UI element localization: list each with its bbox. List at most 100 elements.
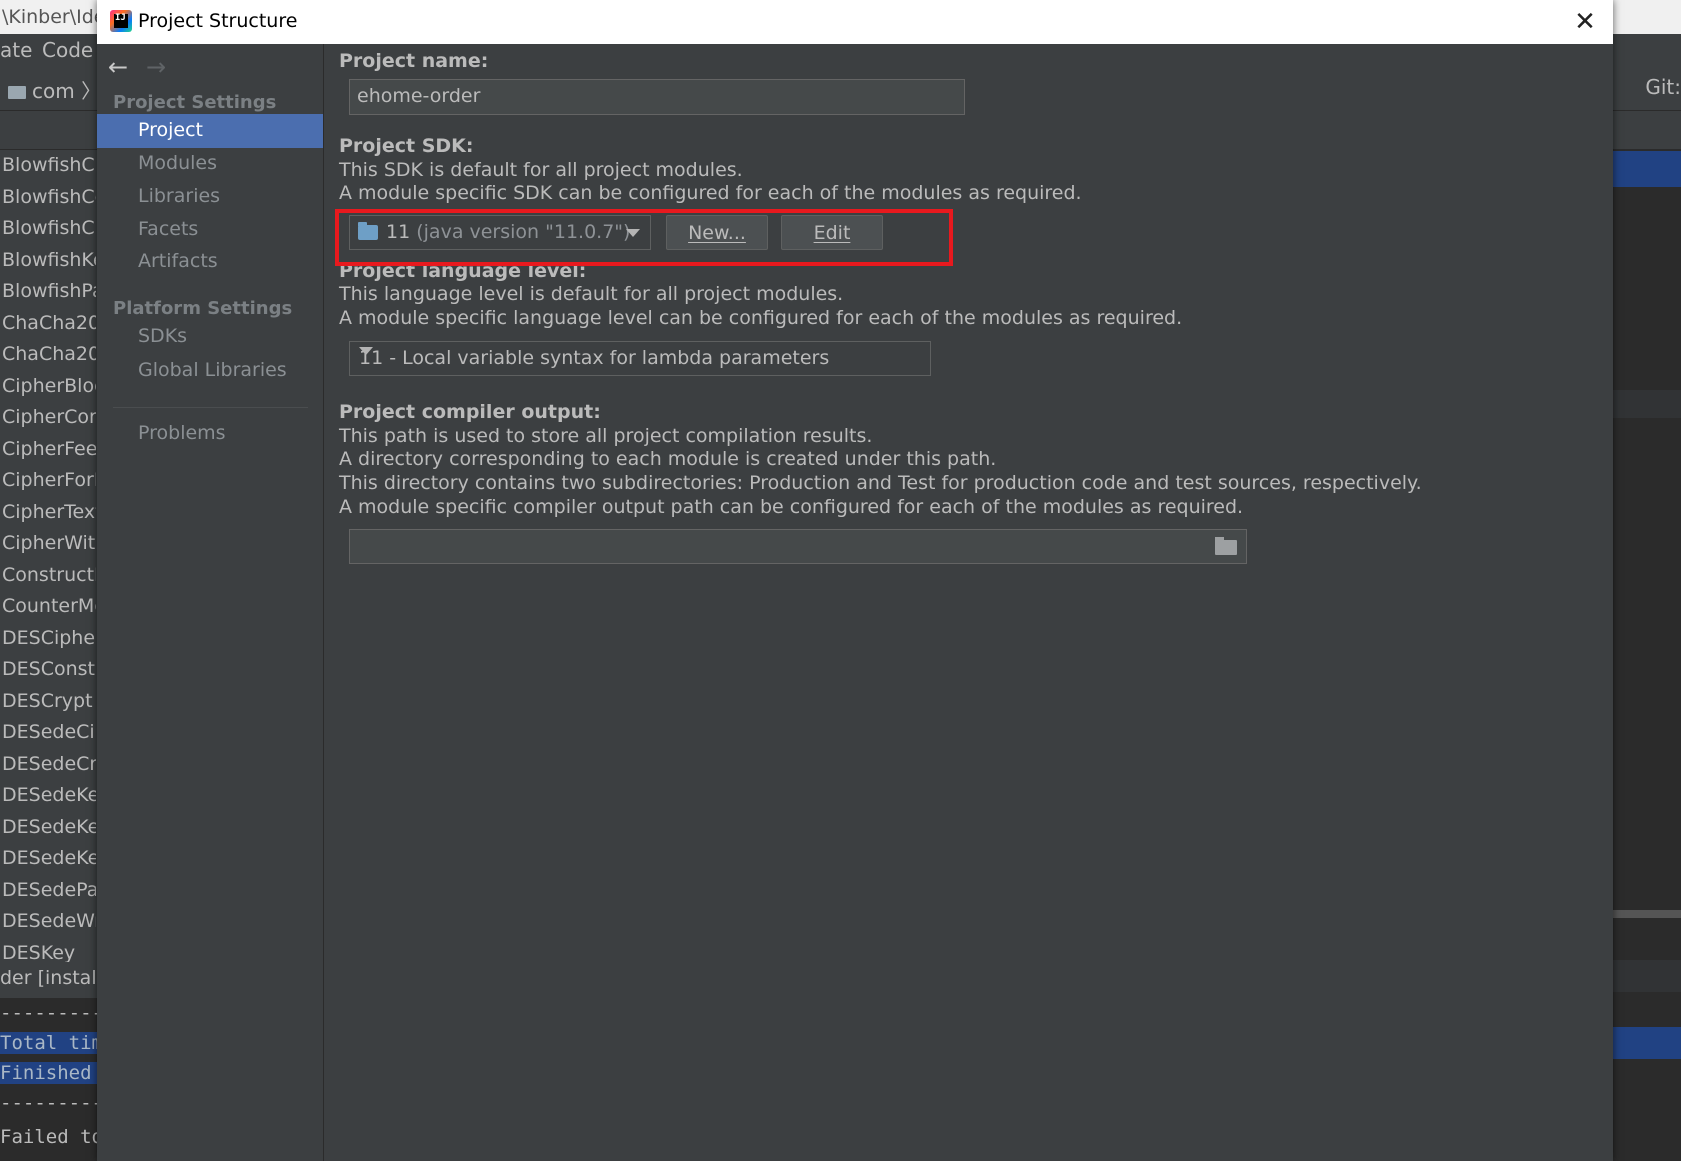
- sidebar-item-modules[interactable]: Modules: [97, 147, 323, 181]
- editor-stripe: [1612, 960, 1681, 992]
- file-list-item[interactable]: BlowfishCip: [2, 154, 96, 176]
- sdk-version: 11: [386, 221, 411, 243]
- dialog-title: Project Structure: [138, 10, 298, 32]
- compiler-output-description: A directory corresponding to each module…: [339, 448, 997, 470]
- sidebar-item-libraries[interactable]: Libraries: [97, 180, 323, 214]
- dialog-title-bar[interactable]: IJ Project Structure ✕: [97, 0, 1613, 44]
- file-list-item[interactable]: BlowfishCo: [2, 186, 96, 208]
- sidebar-item-project[interactable]: Project: [97, 114, 323, 148]
- sidebar-item-label: Artifacts: [138, 250, 218, 272]
- file-list-item[interactable]: DESedeWra: [2, 910, 96, 932]
- language-level-value: 11 - Local variable syntax for lambda pa…: [359, 347, 830, 369]
- console-line: Finished a: [0, 1062, 98, 1084]
- menu-item-navigate[interactable]: ate: [0, 38, 32, 62]
- edit-sdk-button[interactable]: Edit: [781, 215, 883, 250]
- sdk-selected-value: 11 (java version "11.0.7"): [386, 221, 630, 243]
- chevron-down-icon: [626, 229, 640, 237]
- chevron-down-icon: [359, 347, 373, 355]
- file-list-item[interactable]: CipherFeec: [2, 438, 96, 460]
- sdk-description: A module specific SDK can be configured …: [339, 182, 1082, 204]
- file-list-item[interactable]: DESedeCry: [2, 753, 96, 775]
- file-list-item[interactable]: BlowfishKey: [2, 249, 96, 271]
- file-list-item[interactable]: CipherBloc: [2, 375, 96, 397]
- sdk-description: This SDK is default for all project modu…: [339, 159, 743, 181]
- new-sdk-button-label: New...: [688, 222, 746, 244]
- ide-editor-edge: [1612, 150, 1681, 1161]
- run-status-bar: der [install]: [0, 962, 109, 998]
- sidebar-item-facets[interactable]: Facets: [97, 213, 323, 247]
- close-button[interactable]: ✕: [1557, 0, 1613, 44]
- sidebar-item-label: Modules: [138, 152, 217, 174]
- sidebar-item-label: Libraries: [138, 185, 221, 207]
- project-settings-header: Project Settings: [113, 92, 277, 113]
- project-name-input[interactable]: ehome-order: [349, 79, 965, 115]
- file-list-item[interactable]: DESedePar: [2, 879, 96, 901]
- language-level-dropdown[interactable]: 11 - Local variable syntax for lambda pa…: [349, 341, 931, 376]
- file-list-item[interactable]: BlowfishCry: [2, 217, 96, 239]
- sdk-dropdown[interactable]: 11 (java version "11.0.7"): [349, 215, 651, 250]
- jdk-folder-icon: [358, 222, 378, 240]
- sidebar-item-label: Global Libraries: [138, 359, 287, 381]
- scrollbar[interactable]: [1612, 910, 1681, 918]
- file-list-item[interactable]: DESConsta: [2, 658, 96, 680]
- compiler-output-path-input[interactable]: [349, 529, 1247, 564]
- back-arrow-icon[interactable]: ←: [108, 53, 128, 81]
- sidebar-item-label: SDKs: [138, 325, 188, 347]
- file-list-item[interactable]: DESCrypt: [2, 690, 96, 712]
- file-list-item[interactable]: DESedeKey: [2, 816, 96, 838]
- file-list-item[interactable]: CipherWith: [2, 532, 96, 554]
- file-list-item[interactable]: DESedeKey: [2, 784, 96, 806]
- sidebar-divider: [113, 407, 308, 408]
- project-settings-panel: Project name: ehome-order Project SDK: T…: [324, 44, 1613, 1161]
- language-level-label: Project language level:: [339, 260, 587, 282]
- console-line: Failed to: [0, 1126, 98, 1148]
- edit-sdk-button-label: Edit: [813, 222, 851, 244]
- menu-item-code[interactable]: Code: [42, 38, 93, 62]
- forward-arrow-icon[interactable]: →: [146, 53, 166, 81]
- file-list-item[interactable]: ChaCha20C: [2, 312, 96, 334]
- sidebar-item-problems[interactable]: Problems: [97, 417, 323, 451]
- console-output: ------------ Total time Finished a -----…: [0, 998, 98, 1161]
- sidebar-item-sdks[interactable]: SDKs: [97, 320, 323, 354]
- project-sdk-label: Project SDK:: [339, 135, 474, 157]
- sidebar-item-label: Project: [138, 119, 204, 141]
- file-list-item[interactable]: CipherForK: [2, 469, 96, 491]
- console-line: Total time: [0, 1032, 98, 1054]
- file-list-item[interactable]: CipherText: [2, 501, 96, 523]
- file-list-item[interactable]: DESedeCip: [2, 721, 96, 743]
- language-level-description: This language level is default for all p…: [339, 283, 844, 305]
- file-list-item[interactable]: DESCipher: [2, 627, 96, 649]
- browse-folder-icon[interactable]: [1215, 537, 1237, 555]
- console-selection-highlight: [1612, 1027, 1681, 1059]
- compiler-output-description: This path is used to store all project c…: [339, 425, 873, 447]
- settings-sidebar: ← → Project Settings Project Modules Lib…: [97, 44, 324, 1161]
- project-name-label: Project name:: [339, 50, 489, 72]
- file-list-item[interactable]: DESKey: [2, 942, 96, 964]
- console-line: ------------: [0, 1092, 98, 1114]
- project-structure-dialog: IJ Project Structure ✕ ← → Project Setti…: [97, 0, 1613, 1161]
- sidebar-item-label: Facets: [138, 218, 199, 240]
- git-label[interactable]: Git:: [1645, 75, 1681, 99]
- intellij-logo-icon: IJ: [110, 10, 132, 32]
- sidebar-item-global-libraries[interactable]: Global Libraries: [97, 354, 323, 388]
- file-list-item[interactable]: CounterMc: [2, 595, 96, 617]
- sidebar-item-label: Problems: [138, 422, 226, 444]
- file-list-item[interactable]: DESedeKey: [2, 847, 96, 869]
- file-list-item[interactable]: ConstructK: [2, 564, 96, 586]
- project-name-value: ehome-order: [357, 85, 481, 107]
- file-list-item[interactable]: ChaCha20F: [2, 343, 96, 365]
- file-list-item[interactable]: CipherCore: [2, 406, 96, 428]
- close-icon: ✕: [1574, 7, 1596, 37]
- ide-file-list: BlowfishCip BlowfishCo BlowfishCry Blowfish…: [0, 150, 98, 964]
- file-list-item[interactable]: BlowfishPa: [2, 280, 96, 302]
- platform-settings-header: Platform Settings: [113, 298, 293, 319]
- ide-title-text: \Kinber\Ide: [2, 6, 106, 28]
- compiler-output-description: This directory contains two subdirectori…: [339, 472, 1422, 494]
- compiler-output-description: A module specific compiler output path c…: [339, 496, 1244, 518]
- sidebar-item-artifacts[interactable]: Artifacts: [97, 245, 323, 279]
- compiler-output-label: Project compiler output:: [339, 401, 601, 423]
- selected-row-highlight: [1612, 151, 1681, 187]
- editor-stripe: [1612, 390, 1681, 418]
- sdk-version-detail: (java version "11.0.7"): [416, 221, 631, 243]
- new-sdk-button[interactable]: New...: [666, 215, 768, 250]
